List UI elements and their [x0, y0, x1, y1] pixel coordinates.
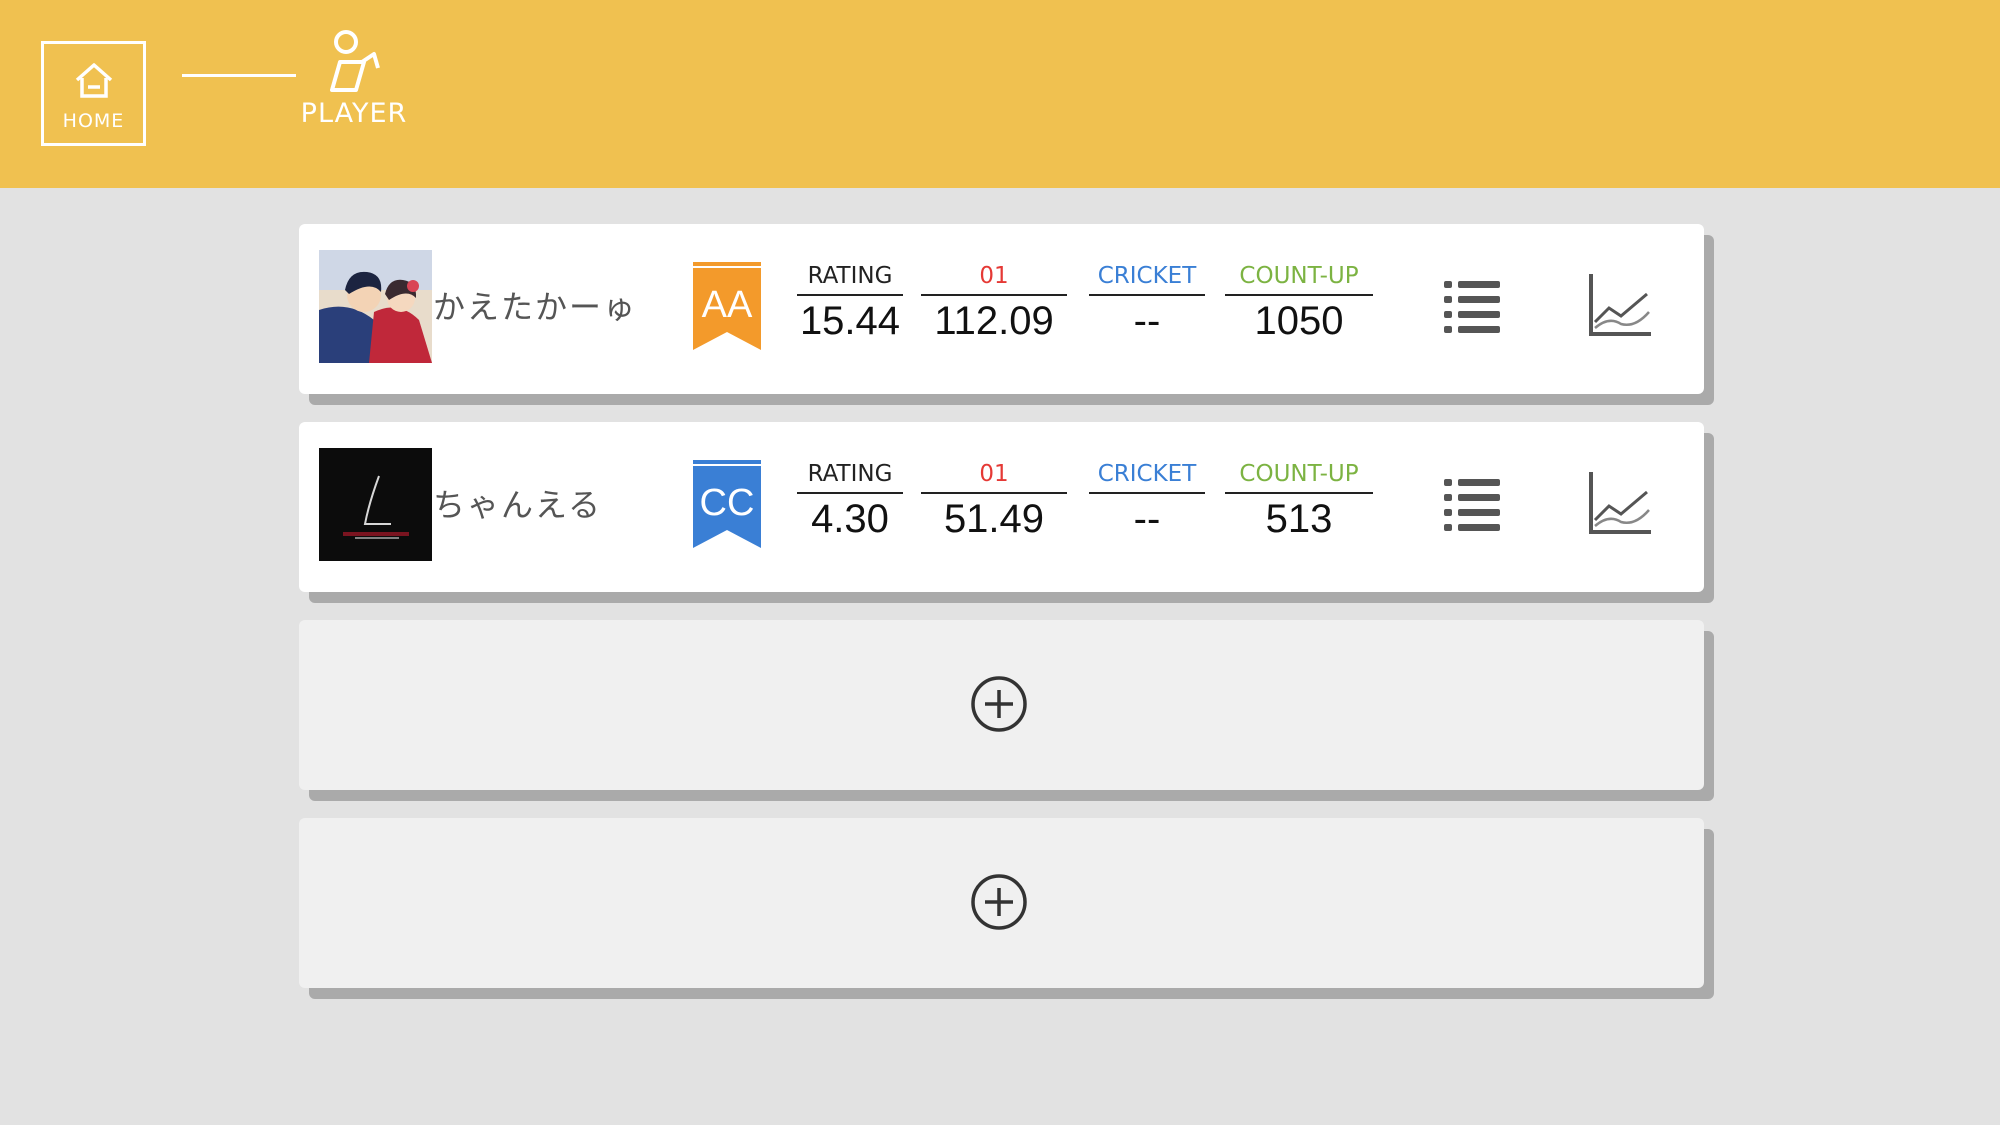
player-name: かえたかーゅ: [433, 288, 638, 326]
countup-value: 513: [1265, 497, 1333, 541]
zero-one-label: 01: [921, 262, 1067, 296]
rating-label: RATING: [797, 262, 903, 296]
cricket-label: CRICKET: [1089, 262, 1205, 296]
rank-badge: CC: [693, 460, 761, 548]
empty-player-slot[interactable]: [299, 818, 1704, 988]
rank-badge: AA: [693, 262, 761, 350]
player-avatar: [319, 250, 432, 363]
player-name: ちゃんえる: [433, 486, 603, 524]
cricket-value: --: [1133, 497, 1161, 541]
countup-label: COUNT-UP: [1225, 460, 1373, 494]
countup-stat: COUNT-UP 1050: [1225, 262, 1373, 346]
app-header: HOME PLAYER: [0, 0, 2000, 188]
cricket-label: CRICKET: [1089, 460, 1205, 494]
rating-value: 4.30: [811, 497, 889, 541]
home-button[interactable]: HOME: [41, 41, 146, 146]
countup-label: COUNT-UP: [1225, 262, 1373, 296]
add-circle-icon[interactable]: [970, 675, 1028, 733]
rating-stat: RATING 4.30: [797, 460, 903, 544]
player-avatar: [319, 448, 432, 561]
graph-icon[interactable]: [1587, 272, 1653, 338]
list-icon[interactable]: [1444, 277, 1500, 333]
zero-one-value: 51.49: [943, 497, 1045, 541]
player-label: PLAYER: [300, 98, 408, 129]
player-card[interactable]: かえたかーゅ AA RATING 15.44 01 112.09 CRICKET…: [299, 224, 1704, 394]
rating-label: RATING: [797, 460, 903, 494]
zero-one-stat: 01 51.49: [921, 460, 1067, 544]
add-circle-icon[interactable]: [970, 873, 1028, 931]
rank-label: CC: [699, 482, 755, 524]
home-icon: [75, 62, 112, 98]
list-icon[interactable]: [1444, 475, 1500, 531]
countup-stat: COUNT-UP 513: [1225, 460, 1373, 544]
home-label: HOME: [62, 109, 125, 132]
player-icon: [330, 30, 380, 92]
zero-one-label: 01: [921, 460, 1067, 494]
rating-value: 15.44: [799, 299, 901, 343]
breadcrumb-connector: [182, 74, 296, 77]
empty-player-slot[interactable]: [299, 620, 1704, 790]
graph-icon[interactable]: [1587, 470, 1653, 536]
rating-stat: RATING 15.44: [797, 262, 903, 346]
rank-label: AA: [701, 284, 753, 326]
cricket-stat: CRICKET --: [1089, 262, 1205, 346]
cricket-stat: CRICKET --: [1089, 460, 1205, 544]
countup-value: 1050: [1254, 299, 1344, 343]
player-card[interactable]: ちゃんえる CC RATING 4.30 01 51.49 CRICKET --…: [299, 422, 1704, 592]
zero-one-value: 112.09: [934, 299, 1054, 343]
cricket-value: --: [1133, 299, 1161, 343]
zero-one-stat: 01 112.09: [921, 262, 1067, 346]
breadcrumb-player: PLAYER: [292, 28, 416, 138]
